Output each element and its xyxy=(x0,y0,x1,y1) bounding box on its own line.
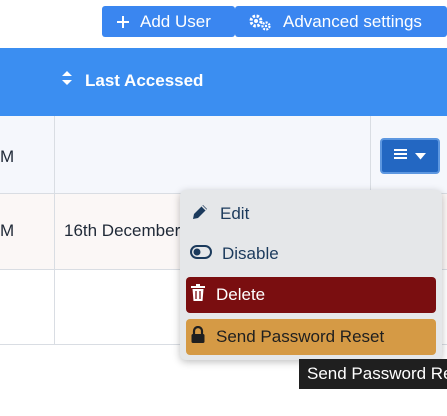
cell-partial: M xyxy=(0,147,15,166)
table-header: Last Accessed xyxy=(0,48,447,116)
menu-item-disable[interactable]: Disable xyxy=(186,236,436,272)
list-icon xyxy=(394,147,407,165)
trash-icon xyxy=(190,283,206,307)
menu-item-edit[interactable]: Edit xyxy=(186,196,436,232)
lock-icon xyxy=(190,325,206,349)
caret-down-icon xyxy=(415,147,426,165)
tooltip-text: Send Password Reset xyxy=(307,364,447,383)
menu-item-delete[interactable]: Delete xyxy=(186,277,436,313)
cell-last-accessed: 16th December xyxy=(64,221,181,240)
menu-item-label: Send Password Reset xyxy=(216,327,385,346)
column-header-label: Last Accessed xyxy=(85,70,204,90)
cogs-icon xyxy=(249,13,273,31)
plus-icon xyxy=(116,15,130,29)
toggle-icon xyxy=(190,244,212,264)
pencil-icon xyxy=(190,202,210,227)
row-actions-dropdown-button[interactable] xyxy=(380,138,440,174)
menu-item-label: Delete xyxy=(216,285,266,304)
sort-icon xyxy=(61,70,73,91)
add-user-button[interactable]: Add User xyxy=(102,6,235,37)
menu-item-send-password-reset[interactable]: Send Password Reset xyxy=(186,319,436,355)
column-header-last-accessed[interactable]: Last Accessed xyxy=(61,70,203,91)
cell-partial: M xyxy=(0,221,15,240)
advanced-settings-label: Advanced settings xyxy=(283,11,422,31)
row-actions-menu: Edit Disable Delete Send Password Reset xyxy=(180,190,442,360)
menu-item-label: Disable xyxy=(222,244,279,263)
menu-item-label: Edit xyxy=(220,204,250,223)
add-user-label: Add User xyxy=(140,11,211,31)
column-divider xyxy=(54,116,55,345)
tooltip: Send Password Reset xyxy=(299,359,447,389)
advanced-settings-button[interactable]: Advanced settings xyxy=(235,6,447,37)
